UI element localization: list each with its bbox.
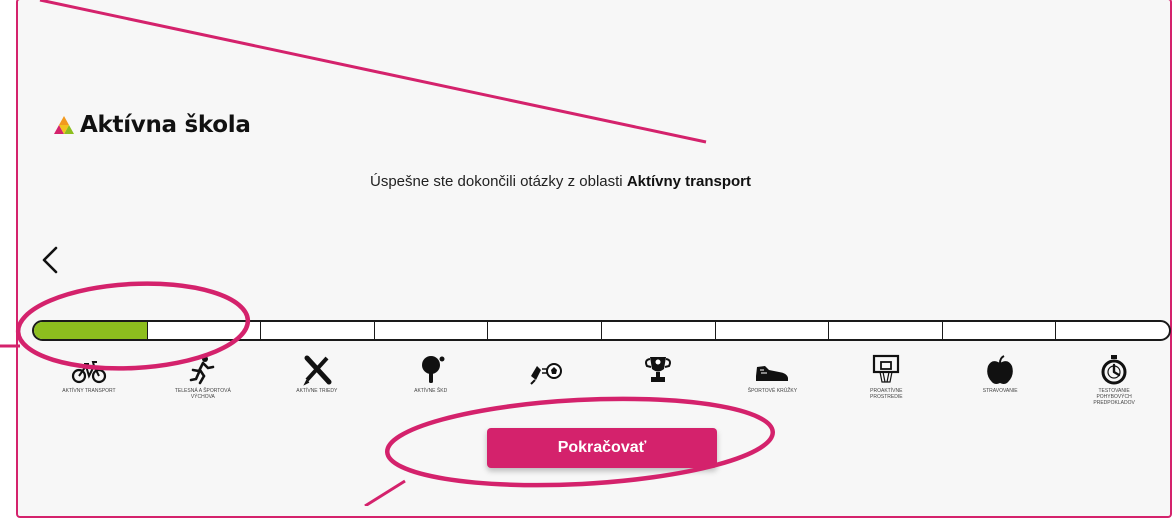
progress-segment xyxy=(829,322,943,339)
category-item[interactable]: STRAVOVANIE xyxy=(943,354,1057,406)
progress-segment xyxy=(488,322,602,339)
progress-segment xyxy=(375,322,489,339)
category-label: TESTOVANIE POHYBOVÝCH PREDPOKLADOV xyxy=(1093,388,1135,406)
category-label: TELESNÁ A ŠPORTOVÁ VÝCHOVA xyxy=(174,388,231,400)
app-logo: Aktívna škola xyxy=(53,112,251,138)
message-topic: Aktívny transport xyxy=(626,173,752,190)
bicycle-icon xyxy=(71,361,107,384)
table-tennis-icon xyxy=(421,356,445,383)
category-label: AKTÍVNY TRANSPORT xyxy=(62,388,116,394)
progress-segment xyxy=(148,322,262,339)
ruler-pencil-icon xyxy=(303,355,332,386)
progress-fill xyxy=(34,322,147,339)
progress-segment xyxy=(1056,322,1169,339)
message-prefix: Úspešne ste dokončili otázky z oblasti xyxy=(370,173,623,190)
category-item[interactable]: AKTÍVNE ŠKD xyxy=(374,354,488,406)
completion-message: Úspešne ste dokončili otázky z oblasti A… xyxy=(370,173,751,190)
category-item[interactable]: AKTÍVNY TRANSPORT xyxy=(32,354,146,406)
category-label: ŠPORTOVÉ KRÚŽKY xyxy=(747,388,798,394)
stopwatch-icon xyxy=(1101,355,1127,385)
category-item[interactable] xyxy=(488,354,602,406)
progress-segment xyxy=(716,322,830,339)
trophy-icon xyxy=(645,357,672,382)
category-item[interactable] xyxy=(602,354,716,406)
chevron-left-icon xyxy=(42,246,58,274)
sneaker-icon xyxy=(756,366,789,381)
runner-icon xyxy=(189,356,215,385)
progress-segment xyxy=(34,322,148,339)
logo-text: Aktívna škola xyxy=(80,112,251,138)
back-button[interactable] xyxy=(38,244,64,276)
logo-triangle-icon xyxy=(54,116,74,134)
category-label: AKTÍVNE ŠKD xyxy=(414,388,448,394)
category-label: AKTÍVNE TRIEDY xyxy=(296,388,338,394)
category-item[interactable]: TELESNÁ A ŠPORTOVÁ VÝCHOVA xyxy=(146,354,260,406)
progress-segment xyxy=(602,322,716,339)
category-list: AKTÍVNY TRANSPORT TELESNÁ A ŠPORTOVÁ VÝCH… xyxy=(32,354,1171,406)
category-item[interactable]: TESTOVANIE POHYBOVÝCH PREDPOKLADOV xyxy=(1057,354,1171,406)
category-label: STRAVOVANIE xyxy=(982,388,1018,394)
basketball-hoop-icon xyxy=(873,354,900,383)
progress-bar xyxy=(32,320,1171,341)
continue-button[interactable]: Pokračovať xyxy=(487,428,717,468)
progress-segment xyxy=(261,322,375,339)
progress-segment xyxy=(943,322,1057,339)
category-item[interactable]: AKTÍVNE TRIEDY xyxy=(260,354,374,406)
category-label: PROAKTÍVNE PROSTREDIE xyxy=(870,388,903,400)
apple-icon xyxy=(987,355,1014,384)
category-item[interactable]: PROAKTÍVNE PROSTREDIE xyxy=(829,354,943,406)
category-item[interactable]: ŠPORTOVÉ KRÚŽKY xyxy=(715,354,829,406)
soccer-icon xyxy=(529,363,562,385)
